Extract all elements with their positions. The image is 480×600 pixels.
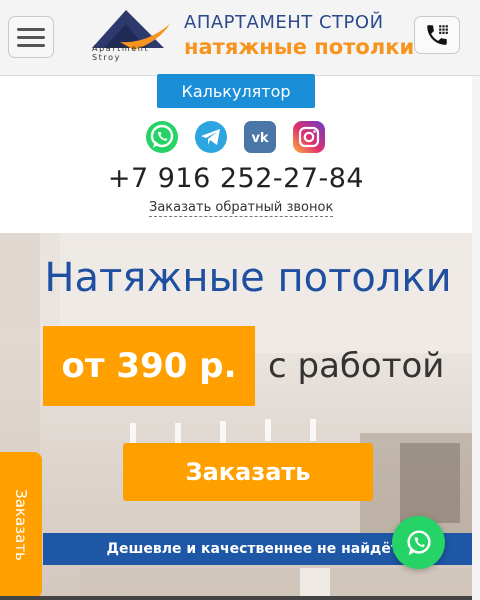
scrollbar-track[interactable]	[472, 76, 480, 600]
price-badge: от 390 р.	[43, 326, 255, 406]
callback-link[interactable]: Заказать обратный звонок	[149, 200, 334, 217]
vk-icon[interactable]: vk	[243, 120, 277, 154]
hero-title: Натяжные потолки	[44, 255, 452, 301]
brand-name: АПАРТАМЕНТ СТРОЙ	[184, 12, 384, 33]
svg-text:vk: vk	[251, 131, 268, 146]
side-order-tab[interactable]: Заказать	[0, 452, 42, 598]
telegram-icon[interactable]	[194, 120, 228, 154]
hamburger-icon	[17, 28, 45, 31]
instagram-icon[interactable]	[292, 120, 326, 154]
side-order-label: Заказать	[12, 489, 30, 561]
whatsapp-icon	[406, 529, 431, 555]
brand-tagline: натяжные потолки	[184, 35, 415, 59]
menu-button[interactable]	[8, 16, 54, 58]
phone-icon	[427, 25, 448, 45]
call-button[interactable]	[414, 16, 460, 54]
price-suffix: с работой	[268, 346, 445, 386]
whatsapp-float-button[interactable]	[392, 516, 445, 569]
page-bottom-edge	[0, 596, 472, 600]
site-header: Apartment Stroy АПАРТАМЕНТ СТРОЙ натяжны…	[0, 0, 480, 76]
logo-text: Apartment Stroy	[92, 44, 150, 62]
order-button[interactable]: Заказать	[123, 443, 373, 501]
calculator-button[interactable]: Калькулятор	[157, 74, 315, 108]
whatsapp-icon[interactable]	[145, 120, 179, 154]
phone-number[interactable]: +7 916 252-27-84	[0, 163, 472, 194]
